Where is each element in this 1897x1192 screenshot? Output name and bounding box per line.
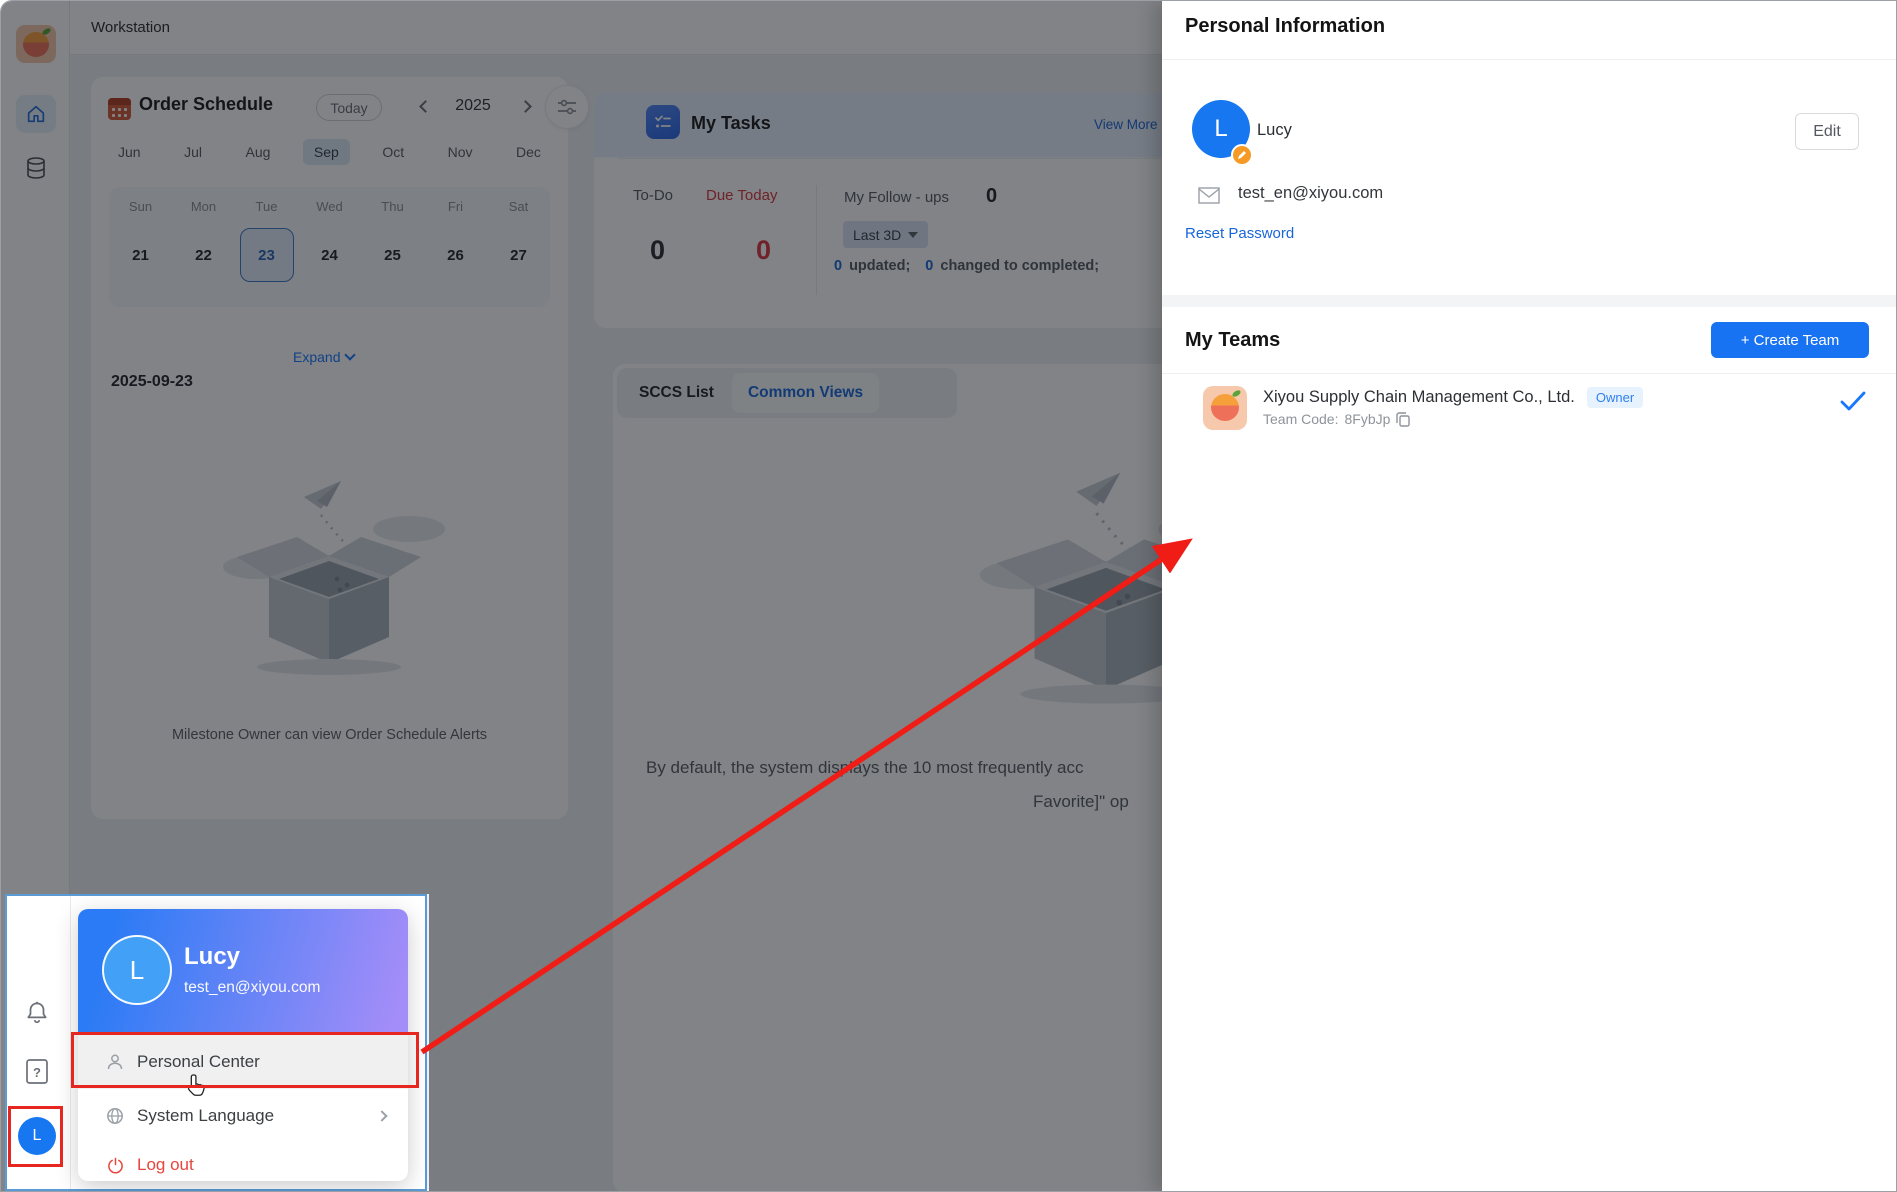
copy-icon[interactable] bbox=[1396, 412, 1410, 427]
svg-text:?: ? bbox=[33, 1065, 41, 1080]
user-name: Lucy bbox=[184, 943, 240, 971]
create-team-button[interactable]: + Create Team bbox=[1711, 322, 1869, 358]
reset-password-link[interactable]: Reset Password bbox=[1185, 225, 1294, 242]
bell-icon[interactable] bbox=[24, 999, 50, 1025]
user-name: Lucy bbox=[1257, 121, 1292, 140]
section-separator bbox=[1162, 295, 1897, 307]
divider bbox=[1162, 373, 1897, 374]
team-code-row: Team Code: 8FybJp bbox=[1263, 411, 1410, 427]
globe-icon bbox=[104, 1107, 126, 1125]
my-teams-title: My Teams bbox=[1185, 329, 1280, 352]
avatar: L bbox=[102, 935, 172, 1005]
mail-icon bbox=[1198, 187, 1220, 204]
personal-information-panel: Personal Information L Lucy Edit test_en… bbox=[1162, 1, 1897, 1192]
selected-team-check-icon bbox=[1840, 391, 1866, 411]
help-icon[interactable]: ? bbox=[25, 1058, 49, 1085]
team-logo bbox=[1203, 386, 1247, 430]
team-name: Xiyou Supply Chain Management Co., Ltd. bbox=[1263, 388, 1575, 407]
team-code-value: 8FybJp bbox=[1344, 411, 1390, 427]
edit-button[interactable]: Edit bbox=[1795, 113, 1859, 150]
pencil-badge-icon bbox=[1231, 144, 1253, 166]
power-icon bbox=[104, 1157, 126, 1174]
divider bbox=[1162, 59, 1897, 60]
user-email: test_en@xiyou.com bbox=[184, 979, 320, 997]
dim-overlay bbox=[429, 894, 1162, 1192]
dim-overlay bbox=[1, 1, 1162, 894]
team-code-label: Team Code: bbox=[1263, 411, 1338, 427]
screen: Workstation Order Schedule Today 2025 Ju… bbox=[0, 0, 1897, 1192]
team-row[interactable]: Xiyou Supply Chain Management Co., Ltd. … bbox=[1263, 384, 1643, 410]
user-menu-header: L Lucy test_en@xiyou.com bbox=[78, 909, 408, 1035]
menu-item-logout[interactable]: Log out bbox=[78, 1143, 408, 1187]
chevron-right-icon bbox=[376, 1110, 387, 1121]
owner-badge: Owner bbox=[1587, 387, 1643, 408]
panel-title: Personal Information bbox=[1185, 15, 1385, 38]
annotation-rect-avatar bbox=[8, 1106, 63, 1167]
user-email: test_en@xiyou.com bbox=[1238, 184, 1383, 203]
annotation-rect-personal-center bbox=[71, 1032, 419, 1088]
menu-item-system-language[interactable]: System Language bbox=[78, 1089, 408, 1143]
